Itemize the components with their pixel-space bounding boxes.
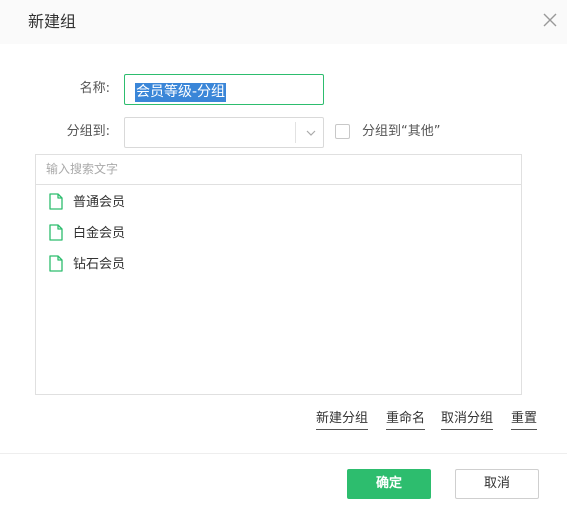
list-item[interactable]: 白金会员 bbox=[36, 222, 521, 253]
list-item[interactable]: 钻石会员 bbox=[36, 253, 521, 284]
ungroup-link[interactable]: 取消分组 bbox=[441, 410, 494, 430]
select-divider bbox=[295, 122, 296, 143]
dialog-title: 新建组 bbox=[28, 12, 77, 31]
file-icon bbox=[49, 193, 63, 210]
group-to-label: 分组到: bbox=[66, 124, 110, 139]
ok-button[interactable]: 确定 bbox=[347, 469, 431, 499]
list-item[interactable]: 普通会员 bbox=[36, 191, 521, 222]
group-list: 普通会员 白金会员 钻石会员 bbox=[36, 191, 521, 284]
close-button[interactable] bbox=[541, 11, 559, 29]
footer-divider bbox=[0, 453, 567, 454]
name-input-value: 会员等级-分组 bbox=[135, 83, 227, 102]
name-label: 名称: bbox=[79, 81, 110, 96]
group-to-other-label[interactable]: 分组到“其他” bbox=[362, 123, 440, 141]
group-to-select[interactable] bbox=[124, 117, 324, 148]
group-to-other-checkbox[interactable] bbox=[335, 124, 350, 139]
new-group-link[interactable]: 新建分组 bbox=[316, 410, 369, 430]
dialog-header: 新建组 bbox=[0, 0, 567, 44]
group-list-panel: 输入搜索文字 普通会员 白金会员 钻石会员 bbox=[35, 154, 522, 395]
list-item-label: 钻石会员 bbox=[73, 257, 126, 272]
close-icon bbox=[543, 13, 557, 27]
search-input[interactable]: 输入搜索文字 bbox=[36, 155, 521, 185]
file-icon bbox=[49, 255, 63, 272]
file-icon bbox=[49, 224, 63, 241]
name-input[interactable]: 会员等级-分组 bbox=[124, 74, 324, 105]
reset-link[interactable]: 重置 bbox=[511, 410, 538, 430]
list-item-label: 白金会员 bbox=[73, 226, 126, 241]
list-item-label: 普通会员 bbox=[73, 195, 126, 210]
rename-link[interactable]: 重命名 bbox=[386, 410, 426, 430]
new-group-dialog: 新建组 名称: 会员等级-分组 分组到: 分组到“其他” 输入搜索文字 普通会员 bbox=[0, 0, 567, 511]
cancel-button[interactable]: 取消 bbox=[455, 469, 539, 499]
chevron-down-icon bbox=[306, 130, 316, 136]
